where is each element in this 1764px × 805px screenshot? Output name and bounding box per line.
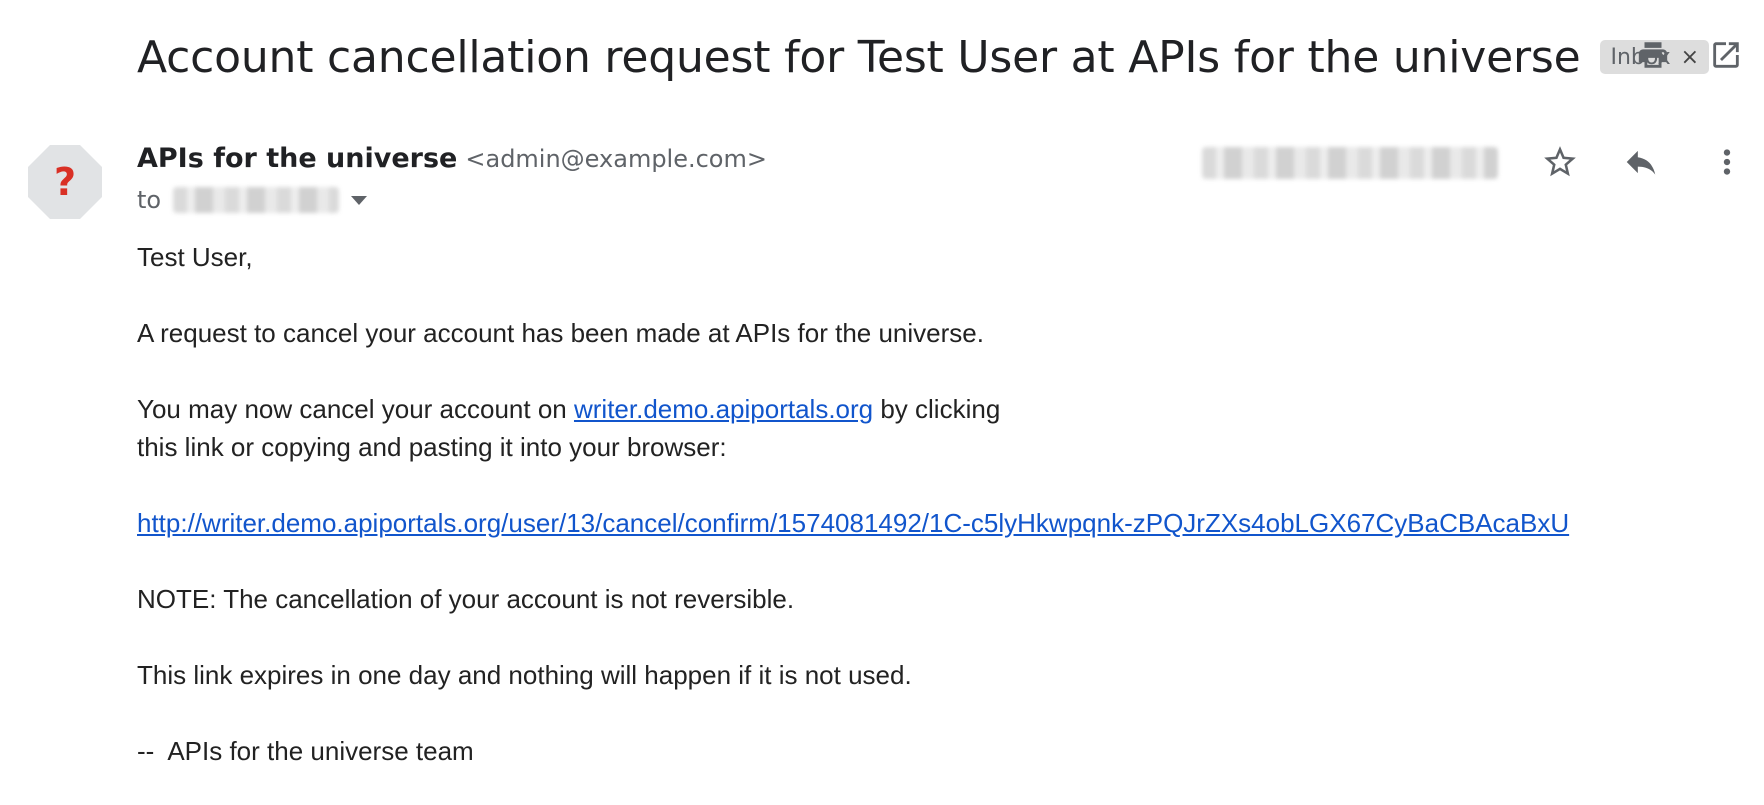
reply-icon[interactable] [1622, 143, 1660, 181]
recipient-redacted [173, 187, 340, 213]
recipient-row: to [137, 186, 368, 214]
signature-text: -- APIs for the universe team [137, 736, 474, 766]
to-prefix: to [137, 186, 162, 214]
subject-row: Account cancellation request for Test Us… [137, 22, 1710, 92]
show-details-chevron-down-icon[interactable] [351, 195, 368, 205]
body-paragraph-instructions: You may now cancel your account on write… [137, 390, 1737, 466]
more-vert-icon[interactable] [1708, 143, 1746, 181]
open-in-new-icon[interactable] [1709, 38, 1743, 72]
avatar-glyph: ? [54, 160, 76, 204]
sender-row: APIs for the universe <admin@example.com… [137, 143, 767, 174]
instructions-text-post: by clicking [873, 394, 1001, 424]
cancel-confirm-link[interactable]: http://writer.demo.apiportals.org/user/1… [137, 508, 1569, 538]
site-link[interactable]: writer.demo.apiportals.org [574, 394, 873, 424]
unknown-sender-icon: ? [28, 145, 102, 219]
note-text: NOTE: The cancellation of your account i… [137, 584, 795, 614]
print-icon[interactable] [1636, 38, 1670, 72]
star-icon[interactable] [1541, 143, 1579, 181]
remove-label-button[interactable]: × [1681, 45, 1699, 70]
instructions-text-pre: You may now cancel your account on [137, 394, 574, 424]
greeting: Test User, [137, 242, 253, 272]
body-line-request: A request to cancel your account has bee… [137, 318, 984, 348]
email-view: Account cancellation request for Test Us… [0, 0, 1764, 805]
date-redacted [1202, 147, 1498, 179]
expiry-text: This link expires in one day and nothing… [137, 660, 912, 690]
instructions-text-line2: this link or copying and pasting it into… [137, 432, 727, 462]
sender-name[interactable]: APIs for the universe [137, 143, 457, 174]
email-subject: Account cancellation request for Test Us… [137, 31, 1581, 83]
email-body: Test User, A request to cancel your acco… [137, 238, 1737, 805]
cancel-link-paragraph: http://writer.demo.apiportals.org/user/1… [137, 504, 1737, 542]
sender-email: <admin@example.com> [465, 145, 767, 173]
